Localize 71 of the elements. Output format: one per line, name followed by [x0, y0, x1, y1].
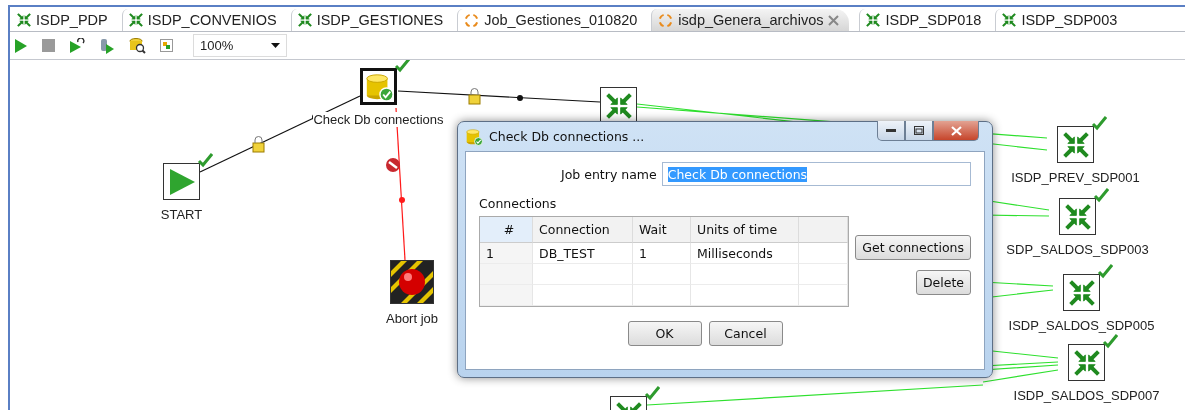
table-cell: 1 [633, 243, 691, 264]
stop-button-icon [391, 261, 433, 303]
job-entry-node[interactable] [163, 163, 200, 200]
node-label: SDP_SALDOS_SDP003 [1006, 242, 1149, 257]
job-entry-node[interactable] [390, 260, 434, 304]
dialog-button[interactable]: OK [627, 321, 702, 346]
database-icon [363, 71, 394, 102]
inward-arrows-icon [17, 13, 31, 27]
inward-arrows-icon [1064, 203, 1091, 230]
check-mark-icon [1102, 333, 1118, 349]
circular-arrows-icon [658, 12, 674, 28]
circular-arrows-icon [464, 12, 480, 28]
job-entry-node[interactable] [1057, 126, 1094, 163]
minimize-icon [886, 129, 896, 132]
table-cell: Milliseconds [691, 243, 799, 264]
column-header[interactable]: Units of time [691, 217, 799, 243]
node-label: START [160, 207, 203, 222]
column-header[interactable]: Connection [533, 217, 633, 243]
inward-arrows-icon [605, 92, 632, 119]
play-icon[interactable] [14, 38, 28, 53]
check-mark-icon [394, 60, 410, 73]
caret-icon [271, 43, 280, 48]
job-entry-node[interactable] [1063, 274, 1100, 311]
close-icon[interactable] [828, 14, 840, 26]
database-icon [465, 127, 483, 146]
minimize-button[interactable] [877, 121, 905, 141]
inward-arrows-icon [1073, 349, 1100, 376]
table-cell [633, 264, 691, 285]
maximize-icon [914, 126, 924, 135]
node-label: Check Db connections [313, 112, 444, 127]
lock-icon [252, 136, 265, 153]
inward-arrows-icon [1068, 279, 1095, 306]
column-header[interactable]: # [480, 217, 533, 243]
inward-arrows-icon [128, 13, 143, 27]
node-label: ISDP_SALDOS_SDP005 [1008, 318, 1155, 333]
table-cell: DB_TEST [533, 243, 633, 264]
inward-arrows-icon [1062, 131, 1089, 158]
check-mark-icon [1091, 115, 1107, 131]
node-label: Abort job [386, 311, 439, 326]
job-entry-node[interactable] [1068, 344, 1105, 381]
inward-arrows-icon [866, 13, 881, 27]
zoom-select[interactable]: 100% [193, 34, 287, 57]
close-button[interactable] [933, 121, 979, 141]
layout-icon[interactable] [160, 39, 173, 52]
replay-icon[interactable] [69, 37, 85, 54]
no-entry-icon [386, 158, 400, 172]
job-entry-node[interactable] [360, 68, 397, 105]
node-label: ISDP_PREV_SDP001 [1011, 170, 1140, 185]
job-entry-node[interactable] [1059, 198, 1096, 235]
dialog-title: Check Db connections ... [489, 129, 645, 144]
close-icon [950, 125, 962, 136]
check-mark-icon [197, 152, 213, 168]
preview-icon[interactable] [99, 37, 115, 54]
dialog-button[interactable]: Delete [915, 270, 971, 295]
dialog-button[interactable]: Cancel [708, 321, 783, 346]
field-label: Job entry name [561, 166, 657, 182]
inward-arrows-icon [1002, 13, 1017, 27]
inward-arrows-icon [297, 13, 312, 27]
check-mark-icon [1093, 187, 1109, 203]
section-label: Connections [479, 196, 558, 211]
dialog-button[interactable]: Get connections [855, 235, 971, 260]
column-header [799, 217, 849, 243]
column-header[interactable]: Wait [633, 217, 691, 243]
lock-icon [468, 88, 481, 105]
node-label: ISDP_SALDOS_SDP007 [1013, 388, 1160, 403]
editor-tab[interactable]: isdp_Genera_archivos [651, 9, 850, 31]
table-cell: 1 [480, 243, 533, 264]
maximize-button[interactable] [905, 121, 933, 141]
database-search-icon[interactable] [129, 37, 146, 54]
check-mark-icon [1097, 263, 1113, 279]
check-mark-icon [644, 385, 660, 401]
